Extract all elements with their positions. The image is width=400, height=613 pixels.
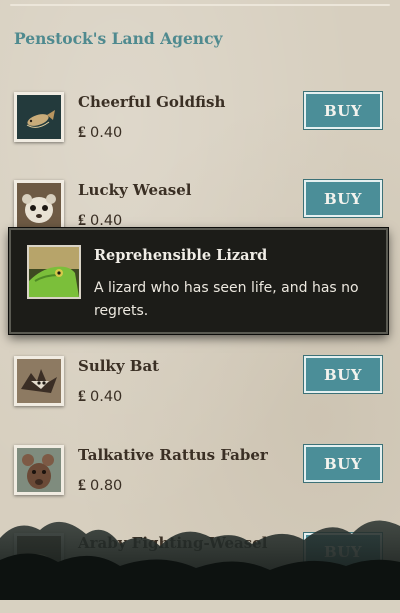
item-name: Sulky Bat bbox=[78, 357, 160, 375]
item-name: Araby Fighting-Weasel bbox=[78, 534, 268, 552]
pound-icon: ₤ bbox=[78, 122, 86, 141]
item-price: ₤ 3.20 bbox=[78, 563, 122, 583]
buy-button-sulky-bat[interactable]: BUY bbox=[303, 355, 383, 394]
tooltip-description: A lizard who has seen life, and has no r… bbox=[94, 280, 359, 319]
item-tooltip: Reprehensible Lizard A lizard who has se… bbox=[9, 228, 388, 334]
price-value: 3.20 bbox=[90, 566, 123, 582]
buy-button-lucky-weasel[interactable]: BUY bbox=[303, 179, 383, 218]
pound-icon: ₤ bbox=[78, 563, 86, 582]
item-name: Talkative Rattus Faber bbox=[78, 446, 268, 464]
pound-icon: ₤ bbox=[78, 210, 86, 229]
price-value: 0.40 bbox=[90, 125, 123, 141]
list-item-araby-fighting-weasel: Araby Fighting-Weasel ₤ 3.20 BUY bbox=[0, 532, 400, 613]
buy-button-cheerful-goldfish[interactable]: BUY bbox=[303, 91, 383, 130]
rat-icon bbox=[14, 445, 64, 495]
item-name: Lucky Weasel bbox=[78, 181, 192, 199]
pound-icon: ₤ bbox=[78, 475, 86, 494]
weasel-icon bbox=[14, 180, 64, 230]
item-price: ₤ 0.40 bbox=[78, 386, 122, 406]
fighting-weasel-icon bbox=[14, 533, 64, 583]
item-price: ₤ 0.80 bbox=[78, 475, 122, 495]
list-item-sulky-bat: Sulky Bat ₤ 0.40 BUY bbox=[0, 355, 400, 436]
item-name: Cheerful Goldfish bbox=[78, 93, 226, 111]
price-value: 0.80 bbox=[90, 478, 123, 494]
price-value: 0.40 bbox=[90, 389, 123, 405]
goldfish-icon bbox=[14, 92, 64, 142]
item-price: ₤ 0.40 bbox=[78, 210, 122, 230]
tooltip-title: Reprehensible Lizard bbox=[94, 247, 268, 264]
buy-button-araby-fighting-weasel[interactable]: BUY bbox=[303, 532, 383, 571]
list-item-cheerful-goldfish: Cheerful Goldfish ₤ 0.40 BUY bbox=[0, 91, 400, 172]
lizard-icon bbox=[27, 245, 81, 299]
pound-icon: ₤ bbox=[78, 386, 86, 405]
bat-icon bbox=[14, 356, 64, 406]
list-item-talkative-rattus-faber: Talkative Rattus Faber ₤ 0.80 BUY bbox=[0, 444, 400, 525]
buy-button-talkative-rattus-faber[interactable]: BUY bbox=[303, 444, 383, 483]
item-price: ₤ 0.40 bbox=[78, 122, 122, 142]
price-value: 0.40 bbox=[90, 213, 123, 229]
